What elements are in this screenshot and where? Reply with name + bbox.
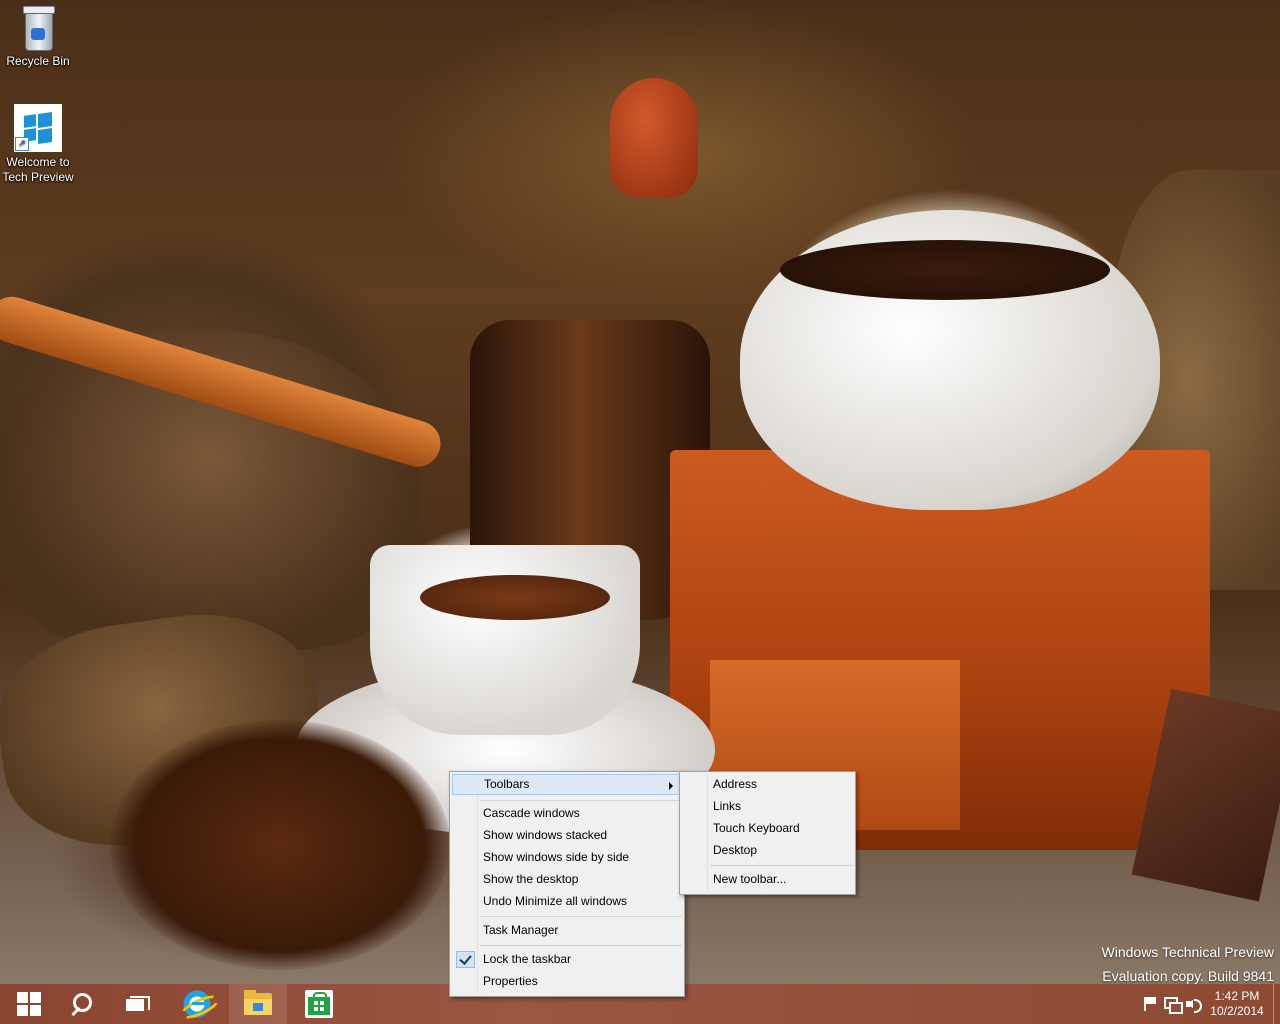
menu-item-label: Undo Minimize all windows [483,894,628,908]
recycle-bin-icon [21,6,55,51]
watermark-line: Windows Technical Preview [1101,944,1274,960]
menu-item-task-manager[interactable]: Task Manager [452,920,682,941]
desktop-icon-label: Recycle Bin [6,54,70,68]
show-desktop-button[interactable] [1273,984,1280,1024]
desktop-icon-recycle-bin[interactable]: Recycle Bin [0,6,76,69]
menu-item-toolbars[interactable]: Toolbars [452,774,682,795]
submenu-arrow-icon [669,782,673,790]
evaluation-watermark: Windows Technical Preview Evaluation cop… [1102,940,1274,984]
desktop-icon-welcome[interactable]: ↗ Welcome to Tech Preview [0,104,76,185]
watermark-line: Evaluation copy. Build 9841 [1102,968,1274,984]
menu-item-label: Cascade windows [483,806,580,820]
action-center-button[interactable] [1139,984,1161,1024]
menu-item-properties[interactable]: Properties [452,971,682,992]
menu-separator [480,800,682,801]
network-icon [1164,997,1183,1014]
volume-icon [1186,997,1202,1013]
menu-item-label: Task Manager [483,923,559,937]
menu-item-cascade-windows[interactable]: Cascade windows [452,803,682,824]
menu-separator [710,865,853,866]
menu-item-label: Show the desktop [483,872,579,886]
wallpaper-cup [370,545,640,735]
menu-separator [480,916,682,917]
start-button[interactable] [0,984,58,1024]
start-icon [17,992,41,1016]
menu-item-label: Desktop [713,843,758,857]
wallpaper-beans-bowl [780,240,1110,300]
menu-item-label: Links [713,799,742,813]
clock-date: 10/2/2014 [1210,1004,1264,1018]
submenu-item-links[interactable]: Links [682,796,853,817]
toolbars-submenu: Address Links Touch Keyboard Desktop New… [679,771,856,895]
file-explorer-button[interactable] [229,984,287,1024]
menu-item-label: Touch Keyboard [713,821,800,835]
system-tray: 1:42 PM 10/2/2014 [1139,984,1280,1024]
menu-item-lock-the-taskbar[interactable]: Lock the taskbar [452,949,682,970]
desktop-icon-label: Tech Preview [2,170,74,184]
menu-item-label: Lock the taskbar [483,952,572,966]
windows-logo-icon: ↗ [14,104,62,152]
menu-item-label: Show windows stacked [483,828,608,842]
menu-item-label: Properties [483,974,538,988]
task-view-button[interactable] [108,984,166,1024]
submenu-item-new-toolbar[interactable]: New toolbar... [682,869,853,890]
wallpaper-beans-pile [110,720,450,970]
submenu-item-address[interactable]: Address [682,774,853,795]
wallpaper-crank-knob [610,78,698,198]
menu-item-label: Address [713,777,758,791]
menu-item-undo-minimize-all[interactable]: Undo Minimize all windows [452,891,682,912]
clock-time: 1:42 PM [1214,989,1260,1003]
internet-explorer-button[interactable] [168,984,226,1024]
submenu-item-desktop[interactable]: Desktop [682,840,853,861]
taskbar-context-menu: Toolbars Cascade windows Show windows st… [449,771,685,997]
network-button[interactable] [1161,984,1183,1024]
store-icon [305,990,333,1018]
menu-item-label: Toolbars [484,777,530,791]
wallpaper-coffee [420,575,610,620]
shortcut-arrow-icon: ↗ [15,137,29,151]
search-icon [70,993,92,1017]
internet-explorer-icon [177,990,223,1024]
action-center-flag-icon [1144,997,1156,1011]
search-button[interactable] [52,984,110,1024]
clock[interactable]: 1:42 PM 10/2/2014 [1205,989,1269,1019]
store-button[interactable] [290,984,348,1024]
menu-item-label: Show windows side by side [483,850,630,864]
menu-item-show-the-desktop[interactable]: Show the desktop [452,869,682,890]
menu-item-show-windows-side-by-side[interactable]: Show windows side by side [452,847,682,868]
task-view-icon [126,996,150,1012]
submenu-item-touch-keyboard[interactable]: Touch Keyboard [682,818,853,839]
checkmark-icon [456,951,475,968]
desktop-icon-label: Welcome to [6,155,70,169]
menu-item-show-windows-stacked[interactable]: Show windows stacked [452,825,682,846]
file-explorer-icon [244,990,272,1015]
menu-separator [480,945,682,946]
volume-button[interactable] [1183,984,1205,1024]
menu-item-label: New toolbar... [713,872,787,886]
